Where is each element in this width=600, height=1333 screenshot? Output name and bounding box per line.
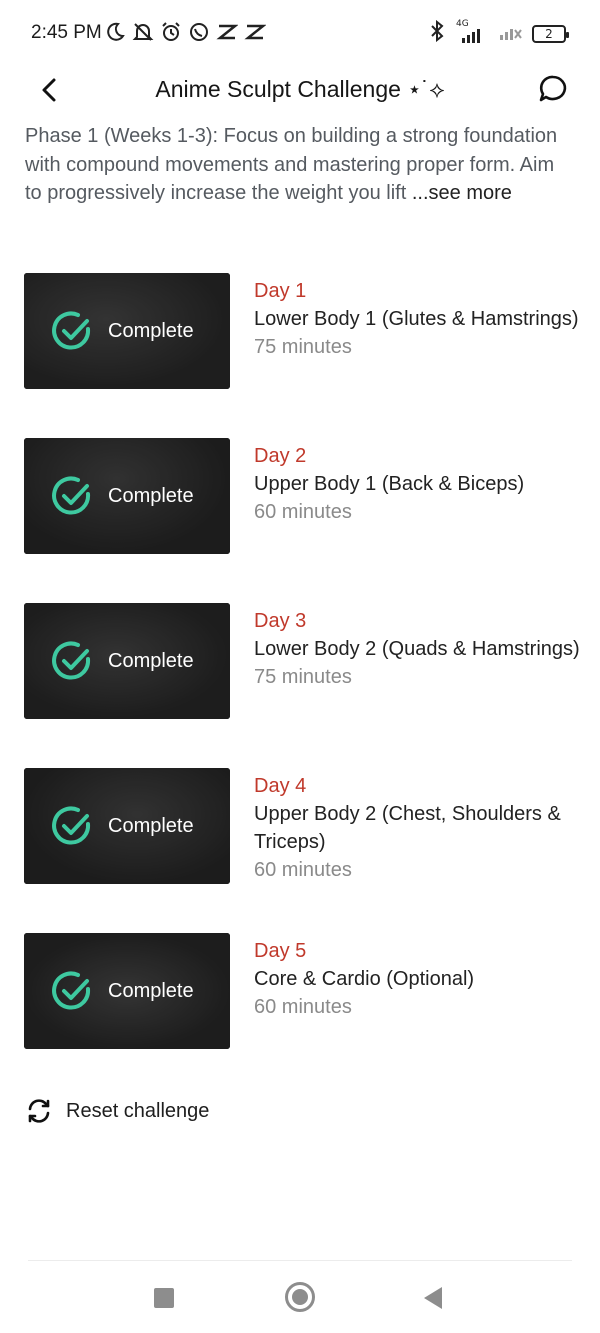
day-item-5[interactable]: Complete Day 5 Core & Cardio (Optional) … (0, 933, 600, 1053)
battery-icon: 2 (532, 24, 569, 43)
complete-label: Complete (108, 319, 194, 342)
workout-duration: 60 minutes (254, 501, 352, 523)
day-item-2[interactable]: Complete Day 2 Upper Body 1 (Back & Bice… (0, 438, 600, 558)
alarm-icon (160, 20, 182, 44)
complete-label: Complete (108, 649, 194, 672)
status-bar: 2:45 PM 4G 2 (0, 0, 600, 66)
system-nav-bar (0, 1276, 600, 1320)
signal-4g-icon: 4G (454, 19, 490, 45)
muted-bell-icon (132, 20, 154, 44)
status-time: 2:45 PM (31, 22, 102, 43)
workout-duration: 60 minutes (254, 996, 352, 1018)
workout-name: Upper Body 2 (Chest, Shoulders & Triceps… (254, 803, 561, 853)
complete-badge: Complete (50, 969, 194, 1013)
check-circle-icon (52, 311, 91, 350)
day-item-3[interactable]: Complete Day 3 Lower Body 2 (Quads & Ham… (0, 603, 600, 723)
day-label: Day 5 (254, 940, 307, 962)
header: Anime Sculpt Challenge ⋆˙⟡ (0, 66, 600, 114)
check-circle-icon (52, 476, 91, 515)
workout-name: Lower Body 2 (Quads & Hamstrings) (254, 638, 580, 660)
day-item-4[interactable]: Complete Day 4 Upper Body 2 (Chest, Shou… (0, 768, 600, 888)
chat-button[interactable] (536, 72, 570, 106)
home-button[interactable] (285, 1282, 315, 1312)
workout-thumbnail[interactable]: Complete (24, 438, 230, 554)
day-info: Day 5 Core & Cardio (Optional) 60 minute… (254, 937, 584, 1021)
status-icons-right: 4G 2 (428, 19, 569, 47)
bluetooth-icon (428, 19, 446, 47)
day-info: Day 4 Upper Body 2 (Chest, Shoulders & T… (254, 772, 584, 884)
check-circle-icon (52, 806, 91, 845)
status-icons-left (104, 20, 266, 44)
day-label: Day 1 (254, 280, 307, 302)
day-item-1[interactable]: Complete Day 1 Lower Body 1 (Glutes & Ha… (0, 273, 600, 393)
capcut-icon (244, 20, 266, 44)
system-back-button[interactable] (424, 1287, 442, 1309)
phase-description: Phase 1 (Weeks 1-3): Focus on building a… (25, 122, 575, 208)
workout-thumbnail[interactable]: Complete (24, 273, 230, 389)
complete-badge: Complete (50, 804, 194, 848)
workout-name: Core & Cardio (Optional) (254, 968, 475, 990)
complete-badge: Complete (50, 309, 194, 353)
moon-icon (104, 20, 126, 44)
workout-name: Lower Body 1 (Glutes & Hamstrings) (254, 308, 579, 330)
recents-button[interactable] (154, 1288, 174, 1308)
refresh-icon (28, 1099, 50, 1123)
complete-label: Complete (108, 484, 194, 507)
workout-duration: 75 minutes (254, 336, 352, 358)
complete-label: Complete (108, 979, 194, 1002)
see-more-link[interactable]: ...see more (412, 182, 512, 204)
complete-label: Complete (108, 814, 194, 837)
workout-thumbnail[interactable]: Complete (24, 603, 230, 719)
whatsapp-icon (188, 20, 210, 44)
day-info: Day 1 Lower Body 1 (Glutes & Hamstrings)… (254, 277, 584, 361)
workout-duration: 75 minutes (254, 666, 352, 688)
workout-thumbnail[interactable]: Complete (24, 933, 230, 1049)
workout-duration: 60 minutes (254, 859, 352, 881)
page-title: Anime Sculpt Challenge ⋆˙⟡ (155, 76, 445, 102)
day-label: Day 3 (254, 610, 307, 632)
check-circle-icon (52, 641, 91, 680)
capcut-icon (216, 20, 238, 44)
day-label: Day 4 (254, 775, 307, 797)
day-info: Day 3 Lower Body 2 (Quads & Hamstrings) … (254, 607, 584, 691)
day-label: Day 2 (254, 445, 307, 467)
divider (28, 1260, 572, 1261)
complete-badge: Complete (50, 474, 194, 518)
reset-label: Reset challenge (66, 1099, 210, 1122)
workout-name: Upper Body 1 (Back & Biceps) (254, 473, 525, 495)
chat-bubble-icon (539, 75, 567, 102)
reset-challenge-button[interactable]: Reset challenge (24, 1096, 209, 1126)
signal-weak-icon (498, 20, 524, 47)
check-circle-icon (52, 971, 91, 1010)
complete-badge: Complete (50, 639, 194, 683)
day-info: Day 2 Upper Body 1 (Back & Biceps) 60 mi… (254, 442, 584, 526)
workout-thumbnail[interactable]: Complete (24, 768, 230, 884)
